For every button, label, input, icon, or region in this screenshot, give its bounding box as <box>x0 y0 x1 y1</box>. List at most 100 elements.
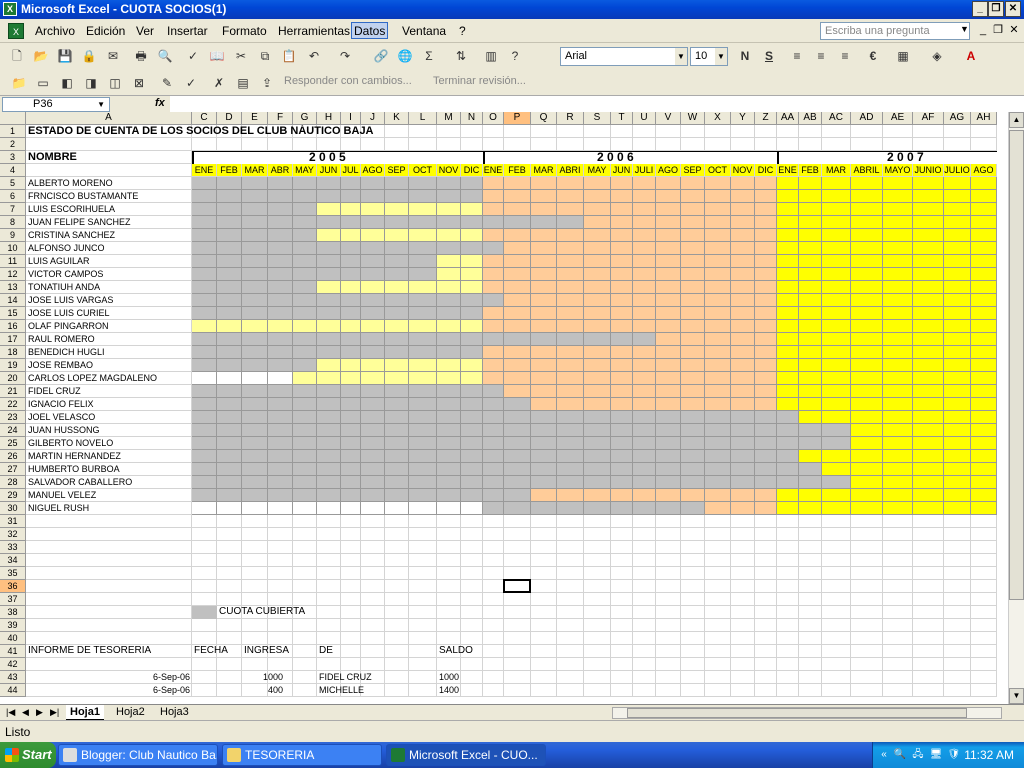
excel-app-icon[interactable]: X <box>3 2 17 16</box>
grid-cell[interactable] <box>777 658 799 671</box>
payment-cell[interactable] <box>268 255 293 268</box>
grid-cell[interactable] <box>192 528 217 541</box>
payment-cell[interactable] <box>883 385 913 398</box>
end-review-button[interactable]: Terminar revisión... <box>433 75 526 87</box>
payment-cell[interactable] <box>656 372 681 385</box>
grid-cell[interactable] <box>26 554 192 567</box>
undo-icon[interactable]: ↶ <box>305 47 323 65</box>
payment-cell[interactable] <box>777 463 799 476</box>
payment-cell[interactable] <box>656 281 681 294</box>
row-header[interactable]: 25 <box>0 437 26 450</box>
payment-cell[interactable] <box>385 320 409 333</box>
payment-cell[interactable] <box>851 502 883 515</box>
grid-cell[interactable] <box>611 619 633 632</box>
workbook-icon[interactable]: X <box>8 23 24 39</box>
payment-cell[interactable] <box>341 255 361 268</box>
folder-icon[interactable]: 📁 <box>10 74 28 92</box>
grid-cell[interactable] <box>217 541 242 554</box>
payment-cell[interactable] <box>611 385 633 398</box>
grid-cell[interactable] <box>913 645 944 658</box>
payment-cell[interactable] <box>913 242 944 255</box>
payment-cell[interactable] <box>851 255 883 268</box>
payment-cell[interactable] <box>755 307 777 320</box>
payment-cell[interactable] <box>242 385 268 398</box>
member-name[interactable]: ALFONSO JUNCO <box>28 242 192 255</box>
payment-cell[interactable] <box>217 346 242 359</box>
payment-cell[interactable] <box>341 333 361 346</box>
monitor-icon[interactable]: 🖥 <box>929 748 943 762</box>
grid-cell[interactable] <box>341 632 361 645</box>
payment-cell[interactable] <box>531 398 557 411</box>
grid-cell[interactable] <box>268 593 293 606</box>
payment-cell[interactable] <box>293 424 317 437</box>
payment-cell[interactable] <box>633 294 656 307</box>
payment-cell[interactable] <box>557 320 584 333</box>
payment-cell[interactable] <box>385 385 409 398</box>
payment-cell[interactable] <box>611 203 633 216</box>
new-icon[interactable]: 🗋 <box>8 47 26 65</box>
payment-cell[interactable] <box>913 294 944 307</box>
payment-cell[interactable] <box>192 268 217 281</box>
payment-cell[interactable] <box>385 255 409 268</box>
column-header[interactable]: A <box>26 112 192 125</box>
payment-cell[interactable] <box>656 320 681 333</box>
payment-cell[interactable] <box>799 476 822 489</box>
payment-cell[interactable] <box>971 463 997 476</box>
grid-cell[interactable] <box>557 684 584 697</box>
column-header[interactable]: I <box>341 112 361 125</box>
payment-cell[interactable] <box>317 216 341 229</box>
payment-cell[interactable] <box>409 424 437 437</box>
member-name[interactable]: IGNACIO FELIX <box>28 398 192 411</box>
payment-cell[interactable] <box>822 177 851 190</box>
grid-cell[interactable] <box>822 632 851 645</box>
payment-cell[interactable] <box>483 411 504 424</box>
grid-cell[interactable] <box>385 515 409 528</box>
grid-cell[interactable] <box>971 645 997 658</box>
payment-cell[interactable] <box>217 229 242 242</box>
payment-cell[interactable] <box>883 346 913 359</box>
grid-cell[interactable] <box>656 593 681 606</box>
grid-cell[interactable] <box>557 671 584 684</box>
row-header[interactable]: 26 <box>0 450 26 463</box>
payment-cell[interactable] <box>557 398 584 411</box>
payment-cell[interactable] <box>799 411 822 424</box>
formula-input[interactable] <box>170 96 1024 113</box>
payment-cell[interactable] <box>777 307 799 320</box>
payment-cell[interactable] <box>851 190 883 203</box>
payment-cell[interactable] <box>504 203 531 216</box>
payment-cell[interactable] <box>504 502 531 515</box>
grid-cell[interactable] <box>755 619 777 632</box>
member-name[interactable]: GILBERTO NOVELO <box>28 437 192 450</box>
payment-cell[interactable] <box>656 359 681 372</box>
payment-cell[interactable] <box>268 229 293 242</box>
payment-cell[interactable] <box>437 411 461 424</box>
track-changes-icon[interactable]: ✎ <box>158 74 176 92</box>
payment-cell[interactable] <box>361 385 385 398</box>
grid-cell[interactable] <box>913 658 944 671</box>
grid-cell[interactable] <box>777 619 799 632</box>
payment-cell[interactable] <box>242 229 268 242</box>
grid-cell[interactable] <box>437 554 461 567</box>
payment-cell[interactable] <box>851 229 883 242</box>
grid-cell[interactable] <box>268 515 293 528</box>
payment-cell[interactable] <box>242 398 268 411</box>
grid-cell[interactable] <box>483 528 504 541</box>
grid-cell[interactable] <box>437 632 461 645</box>
grid-cell[interactable] <box>633 606 656 619</box>
grid-cell[interactable] <box>731 684 755 697</box>
payment-cell[interactable] <box>268 333 293 346</box>
grid-cell[interactable] <box>293 541 317 554</box>
grid-cell[interactable] <box>242 515 268 528</box>
grid-cell[interactable] <box>584 138 611 151</box>
payment-cell[interactable] <box>341 359 361 372</box>
payment-cell[interactable] <box>217 502 242 515</box>
grid-cell[interactable] <box>656 528 681 541</box>
payment-cell[interactable] <box>341 385 361 398</box>
payment-cell[interactable] <box>913 463 944 476</box>
previous-comment-icon[interactable]: ◧ <box>58 74 76 92</box>
menu-archivo[interactable]: Archivo <box>33 23 77 40</box>
grid-cell[interactable] <box>731 580 755 593</box>
payment-cell[interactable] <box>483 177 504 190</box>
payment-cell[interactable] <box>656 333 681 346</box>
menu-ventana[interactable]: Ventana <box>400 23 448 40</box>
